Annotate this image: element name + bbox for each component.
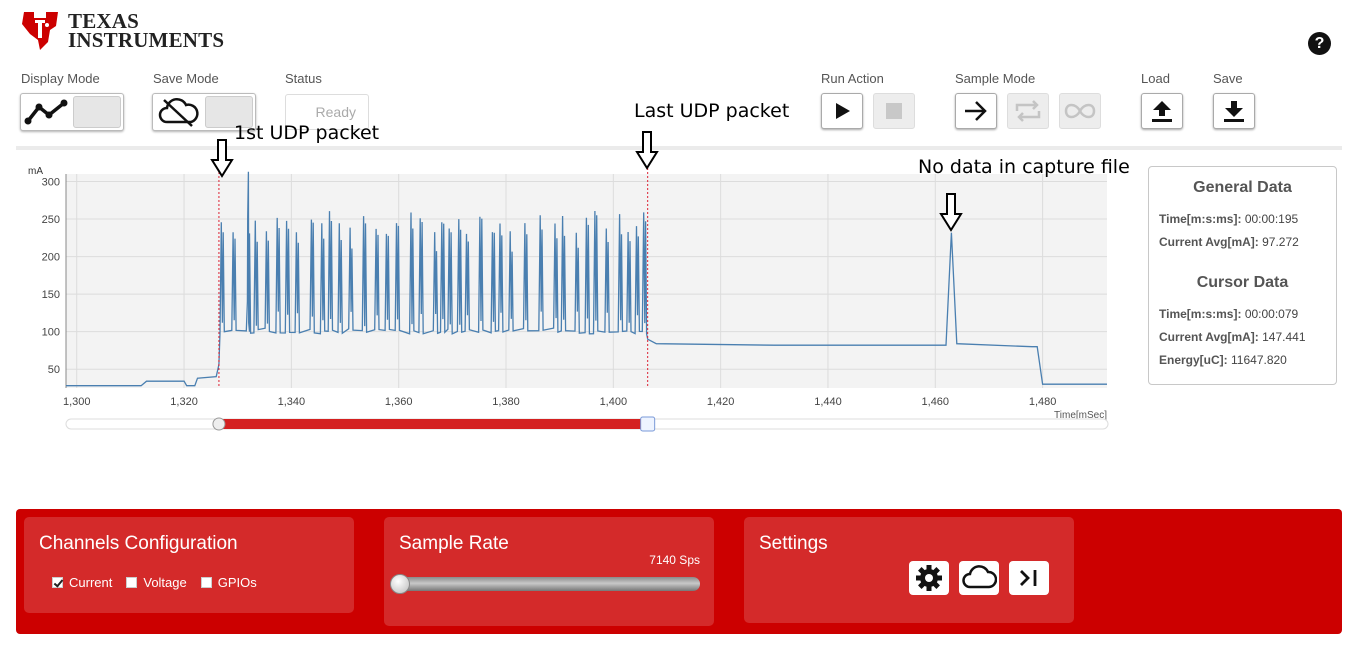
x-tick-label: 1,440 xyxy=(814,396,842,408)
data-panel: General Data Time[m:s:ms]: 00:00:195 Cur… xyxy=(1148,166,1337,385)
cursor-time-value: 00:00:079 xyxy=(1244,307,1299,321)
sample-rate-slider[interactable] xyxy=(392,577,700,591)
range-slider-start-handle[interactable] xyxy=(212,417,226,431)
current-checkbox-label: Current xyxy=(69,575,113,590)
cursor-energy-value: 11647.820 xyxy=(1231,353,1287,367)
infinity-icon xyxy=(1064,103,1096,119)
repeat-button[interactable] xyxy=(1007,93,1049,129)
range-slider-selection[interactable] xyxy=(218,419,648,429)
y-tick-label: 100 xyxy=(42,327,60,339)
cloud-icon xyxy=(962,565,997,589)
x-axis-ticks: 1,300 1,320 1,340 1,360 1,380 1,400 1,420 1,440… xyxy=(63,396,1056,408)
single-sample-button[interactable] xyxy=(955,93,997,129)
cursor-energy-row: Energy[uC]: 11647.820 xyxy=(1159,353,1287,367)
sample-rate-value: 7140 Sps xyxy=(649,553,700,567)
settings-card: Settings xyxy=(744,517,1074,623)
current-checkbox[interactable] xyxy=(52,577,63,588)
run-action-label: Run Action xyxy=(821,71,884,86)
settings-gear-button[interactable] xyxy=(909,561,949,595)
play-icon xyxy=(836,103,850,119)
sample-rate-title: Sample Rate xyxy=(399,533,509,554)
arrow-right-icon xyxy=(965,101,987,121)
range-slider-end-handle[interactable] xyxy=(640,416,656,432)
general-current-label: Current Avg[mA]: xyxy=(1159,235,1259,249)
stop-icon xyxy=(886,103,902,119)
cursor-current-row: Current Avg[mA]: 147.441 xyxy=(1159,330,1306,344)
y-axis-label: mA xyxy=(28,166,43,177)
cursor-current-value: 147.441 xyxy=(1262,330,1306,344)
channels-title: Channels Configuration xyxy=(39,533,238,554)
y-tick-label: 150 xyxy=(42,289,60,301)
save-label: Save xyxy=(1213,71,1243,86)
y-tick-label: 50 xyxy=(48,364,60,376)
x-tick-label: 1,420 xyxy=(707,396,735,408)
general-current-row: Current Avg[mA]: 97.272 xyxy=(1159,235,1299,249)
arrow-down-icon xyxy=(210,139,234,178)
continuous-button[interactable] xyxy=(1059,93,1101,129)
save-mode-label: Save Mode xyxy=(153,71,219,86)
cursor-data-title: Cursor Data xyxy=(1196,274,1289,291)
y-tick-label: 250 xyxy=(42,214,60,226)
display-mode-toggle[interactable] xyxy=(20,93,124,131)
channel-checkboxes: Current Voltage GPIOs xyxy=(52,575,265,590)
voltage-checkbox[interactable] xyxy=(126,577,138,588)
x-tick-label: 1,320 xyxy=(170,396,198,408)
status-label: Status xyxy=(285,71,322,86)
x-tick-label: 1,480 xyxy=(1029,396,1057,408)
voltage-checkbox-label: Voltage xyxy=(143,575,187,590)
sample-rate-card: Sample Rate 7140 Sps xyxy=(384,517,714,626)
display-mode-label: Display Mode xyxy=(21,71,100,86)
channels-card: Channels Configuration Current Voltage G… xyxy=(24,517,354,613)
general-time-value: 00:00:195 xyxy=(1244,212,1299,226)
cursor-energy-label: Energy[uC]: xyxy=(1159,353,1228,367)
gpios-checkbox[interactable] xyxy=(200,577,212,588)
settings-cloud-button[interactable] xyxy=(959,561,999,595)
x-tick-label: 1,380 xyxy=(492,396,520,408)
play-button[interactable] xyxy=(821,93,863,129)
settings-title: Settings xyxy=(759,533,828,554)
sample-mode-label: Sample Mode xyxy=(955,71,1036,86)
annotation-no-data: No data in capture file xyxy=(918,156,1130,178)
x-tick-label: 1,400 xyxy=(600,396,628,408)
cursor-current-label: Current Avg[mA]: xyxy=(1159,330,1259,344)
y-tick-label: 200 xyxy=(42,252,60,264)
brand-line-2: INSTRUMENTS xyxy=(68,28,225,52)
load-label: Load xyxy=(1141,71,1170,86)
annotation-last-packet: Last UDP packet xyxy=(634,100,790,122)
jump-to-end-icon xyxy=(1020,570,1037,586)
general-time-label: Time[m:s:ms]: xyxy=(1159,212,1242,226)
download-icon xyxy=(1224,101,1244,122)
ti-logo: TEXAS INSTRUMENTS xyxy=(18,8,224,58)
arrow-down-icon xyxy=(635,131,659,170)
x-tick-label: 1,460 xyxy=(922,396,950,408)
ti-logo-icon xyxy=(22,12,58,50)
help-icon[interactable]: ? xyxy=(1308,32,1331,55)
settings-jump-button[interactable] xyxy=(1009,561,1049,595)
footer-panel: Channels Configuration Current Voltage G… xyxy=(16,509,1342,634)
general-time-row: Time[m:s:ms]: 00:00:195 xyxy=(1159,212,1298,226)
annotation-first-packet: 1st UDP packet xyxy=(234,122,380,144)
cursor-time-label: Time[m:s:ms]: xyxy=(1159,307,1242,321)
y-axis-ticks: 50 100 150 200 250 300 xyxy=(42,177,60,377)
x-tick-label: 1,340 xyxy=(278,396,306,408)
sample-rate-slider-thumb[interactable] xyxy=(390,574,410,594)
upload-icon xyxy=(1152,101,1172,122)
gpios-checkbox-label: GPIOs xyxy=(217,575,257,590)
gear-icon xyxy=(916,565,942,591)
general-current-value: 97.272 xyxy=(1262,235,1299,249)
load-button[interactable] xyxy=(1141,93,1183,129)
general-data-title: General Data xyxy=(1193,179,1292,196)
x-tick-label: 1,300 xyxy=(63,396,91,408)
y-tick-label: 300 xyxy=(42,177,60,189)
cloud-off-icon xyxy=(155,96,203,128)
cursor-time-row: Time[m:s:ms]: 00:00:079 xyxy=(1159,307,1298,321)
display-mode-knob xyxy=(73,96,121,128)
repeat-icon xyxy=(1015,100,1041,122)
stop-button[interactable] xyxy=(873,93,915,129)
x-tick-label: 1,360 xyxy=(385,396,413,408)
save-button[interactable] xyxy=(1213,93,1255,129)
line-chart-icon xyxy=(23,96,71,128)
arrow-down-icon xyxy=(939,193,963,232)
brand-name: TEXAS INSTRUMENTS xyxy=(68,11,225,52)
